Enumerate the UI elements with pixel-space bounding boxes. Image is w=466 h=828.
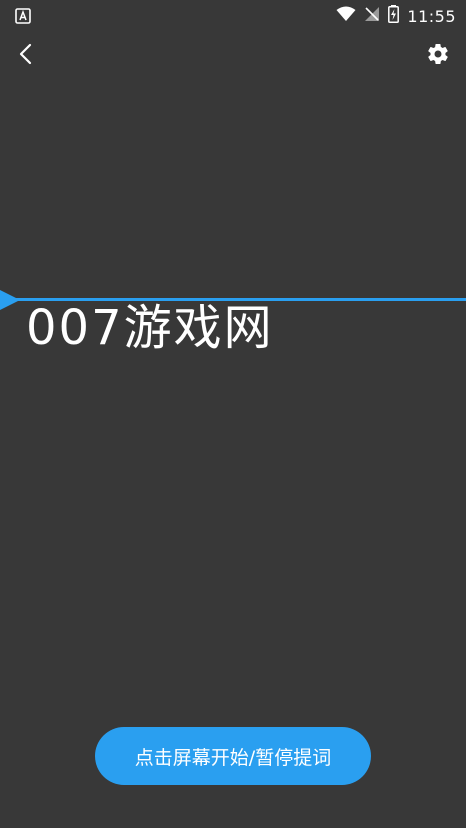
status-icons: 11:55 (336, 5, 456, 27)
script-text: 007游戏网 (26, 300, 274, 356)
back-button[interactable] (8, 38, 44, 74)
status-time: 11:55 (407, 6, 456, 26)
settings-button[interactable] (420, 38, 456, 74)
battery-charging-icon (388, 5, 400, 27)
wifi-icon (336, 6, 356, 26)
teleprompter-screen[interactable]: 11:55 007游戏网 点击屏幕开始/暂停提词 (0, 0, 466, 828)
chevron-left-icon (16, 42, 36, 70)
status-bar: 11:55 (0, 0, 466, 32)
gear-icon (426, 42, 450, 70)
reading-marker-icon (0, 290, 20, 310)
start-pause-button[interactable]: 点击屏幕开始/暂停提词 (95, 727, 371, 785)
a-notification-icon (15, 8, 31, 24)
signal-off-icon (364, 6, 380, 26)
